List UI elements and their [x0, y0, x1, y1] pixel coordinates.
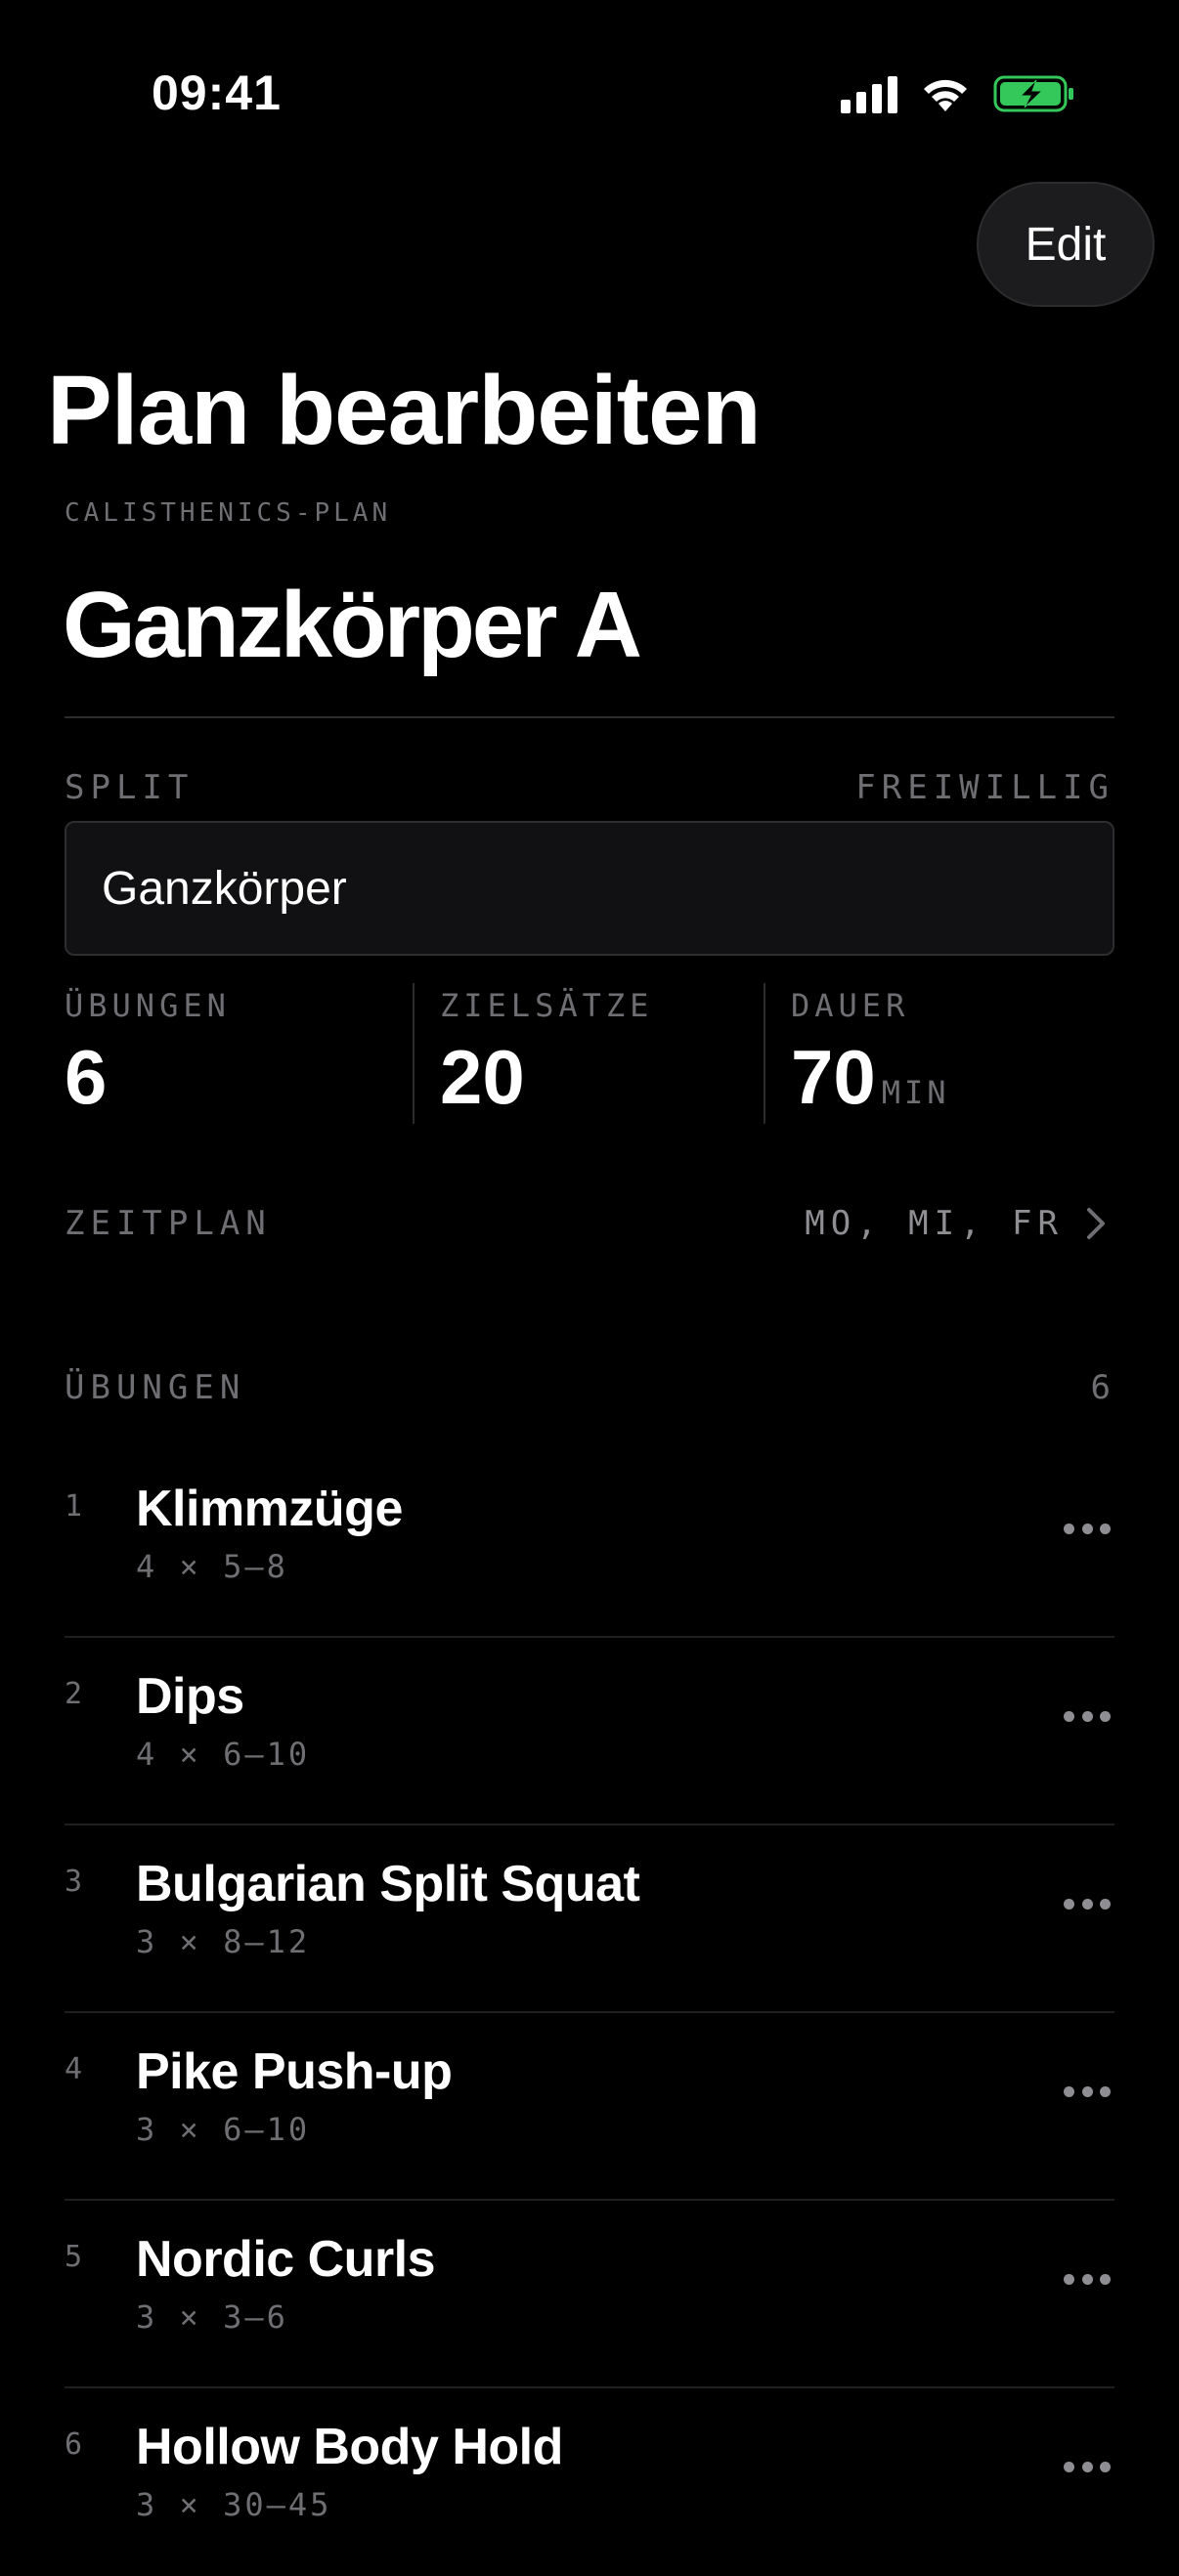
- exercise-name: Nordic Curls: [136, 2231, 436, 2288]
- exercise-sets: 3 × 3–6: [136, 2298, 288, 2336]
- exercise-name: Bulgarian Split Squat: [136, 1856, 640, 1912]
- battery-charging-icon: [993, 75, 1073, 112]
- list-item[interactable]: 2 Dips 4 × 6–10: [65, 1638, 1114, 1825]
- stats-row: ÜBUNGEN 6 ZIELSÄTZE 20 DAUER 70 MIN: [65, 983, 1114, 1124]
- stat-duration-value: 70: [791, 1034, 876, 1120]
- list-item[interactable]: 1 Klimmzüge 4 × 5–8: [65, 1450, 1114, 1638]
- schedule-value: MO, MI, FR: [805, 1204, 1064, 1243]
- divider: [65, 716, 1114, 718]
- exercise-sets: 4 × 5–8: [136, 1548, 288, 1585]
- more-horizontal-icon[interactable]: [1064, 1708, 1111, 1724]
- wifi-icon: [924, 79, 967, 111]
- plan-name-field[interactable]: Ganzkörper A: [63, 567, 642, 684]
- exercise-sets: 3 × 6–10: [136, 2111, 311, 2148]
- exercise-name: Pike Push-up: [136, 2043, 453, 2100]
- exercise-index: 5: [65, 2240, 83, 2274]
- exercise-index: 3: [65, 1865, 83, 1899]
- schedule-row[interactable]: ZEITPLAN MO, MI, FR: [65, 1198, 1114, 1251]
- cellular-signal-icon: [841, 74, 897, 113]
- list-item[interactable]: 4 Pike Push-up 3 × 6–10: [65, 2013, 1114, 2201]
- plan-kicker: CALISTHENICS-PLAN: [65, 498, 392, 528]
- exercises-section-header: ÜBUNGEN 6: [65, 1362, 1114, 1415]
- schedule-label: ZEITPLAN: [65, 1204, 272, 1243]
- stat-exercises-value: 6: [65, 1034, 108, 1120]
- stat-target-sets: ZIELSÄTZE 20: [440, 983, 653, 1124]
- exercise-name: Dips: [136, 1668, 244, 1725]
- exercise-index: 4: [65, 2052, 83, 2086]
- exercise-index: 2: [65, 1677, 83, 1711]
- stat-divider: [413, 983, 415, 1124]
- split-optional-label: FREIWILLIG: [855, 768, 1114, 807]
- chevron-right-icon: [1087, 1208, 1105, 1239]
- more-horizontal-icon[interactable]: [1064, 2083, 1111, 2099]
- exercise-name: Klimmzüge: [136, 1481, 403, 1537]
- more-horizontal-icon[interactable]: [1064, 1521, 1111, 1536]
- stat-target-sets-value: 20: [440, 1034, 525, 1120]
- list-item[interactable]: 5 Nordic Curls 3 × 3–6: [65, 2201, 1114, 2388]
- split-input[interactable]: Ganzkörper: [65, 821, 1114, 956]
- stat-divider: [764, 983, 765, 1124]
- stat-duration-label: DAUER: [791, 987, 910, 1024]
- stat-duration: DAUER 70 MIN: [791, 983, 950, 1124]
- more-horizontal-icon[interactable]: [1064, 2271, 1111, 2287]
- exercise-sets: 4 × 6–10: [136, 1736, 311, 1773]
- stat-duration-unit: MIN: [881, 1074, 950, 1111]
- more-horizontal-icon[interactable]: [1064, 1896, 1111, 1911]
- stat-exercises-label: ÜBUNGEN: [65, 987, 231, 1024]
- more-horizontal-icon[interactable]: [1064, 2459, 1111, 2474]
- status-time: 09:41: [152, 65, 282, 120]
- status-icons: [841, 74, 1075, 113]
- list-item[interactable]: 3 Bulgarian Split Squat 3 × 8–12: [65, 1825, 1114, 2013]
- exercise-index: 6: [65, 2427, 83, 2462]
- stat-duration-value-wrap: 70 MIN: [791, 1038, 950, 1132]
- exercise-index: 1: [65, 1489, 83, 1524]
- exercise-name: Hollow Body Hold: [136, 2419, 563, 2475]
- status-bar: 09:41: [0, 0, 1179, 186]
- exercise-sets: 3 × 8–12: [136, 1923, 311, 1960]
- stat-exercises: ÜBUNGEN 6: [65, 983, 231, 1124]
- exercise-sets: 3 × 30–45: [136, 2486, 332, 2523]
- page-title: Plan bearbeiten: [47, 356, 762, 465]
- split-label: SPLIT: [65, 768, 195, 807]
- exercises-section-count: 6: [1090, 1368, 1111, 1407]
- exercises-section-title: ÜBUNGEN: [65, 1368, 246, 1407]
- exercise-list: 1 Klimmzüge 4 × 5–8 2 Dips 4 × 6–10 3 Bu…: [65, 1450, 1114, 2576]
- list-item[interactable]: 6 Hollow Body Hold 3 × 30–45: [65, 2388, 1114, 2576]
- edit-button[interactable]: Edit: [977, 182, 1155, 307]
- stat-target-sets-label: ZIELSÄTZE: [440, 987, 654, 1024]
